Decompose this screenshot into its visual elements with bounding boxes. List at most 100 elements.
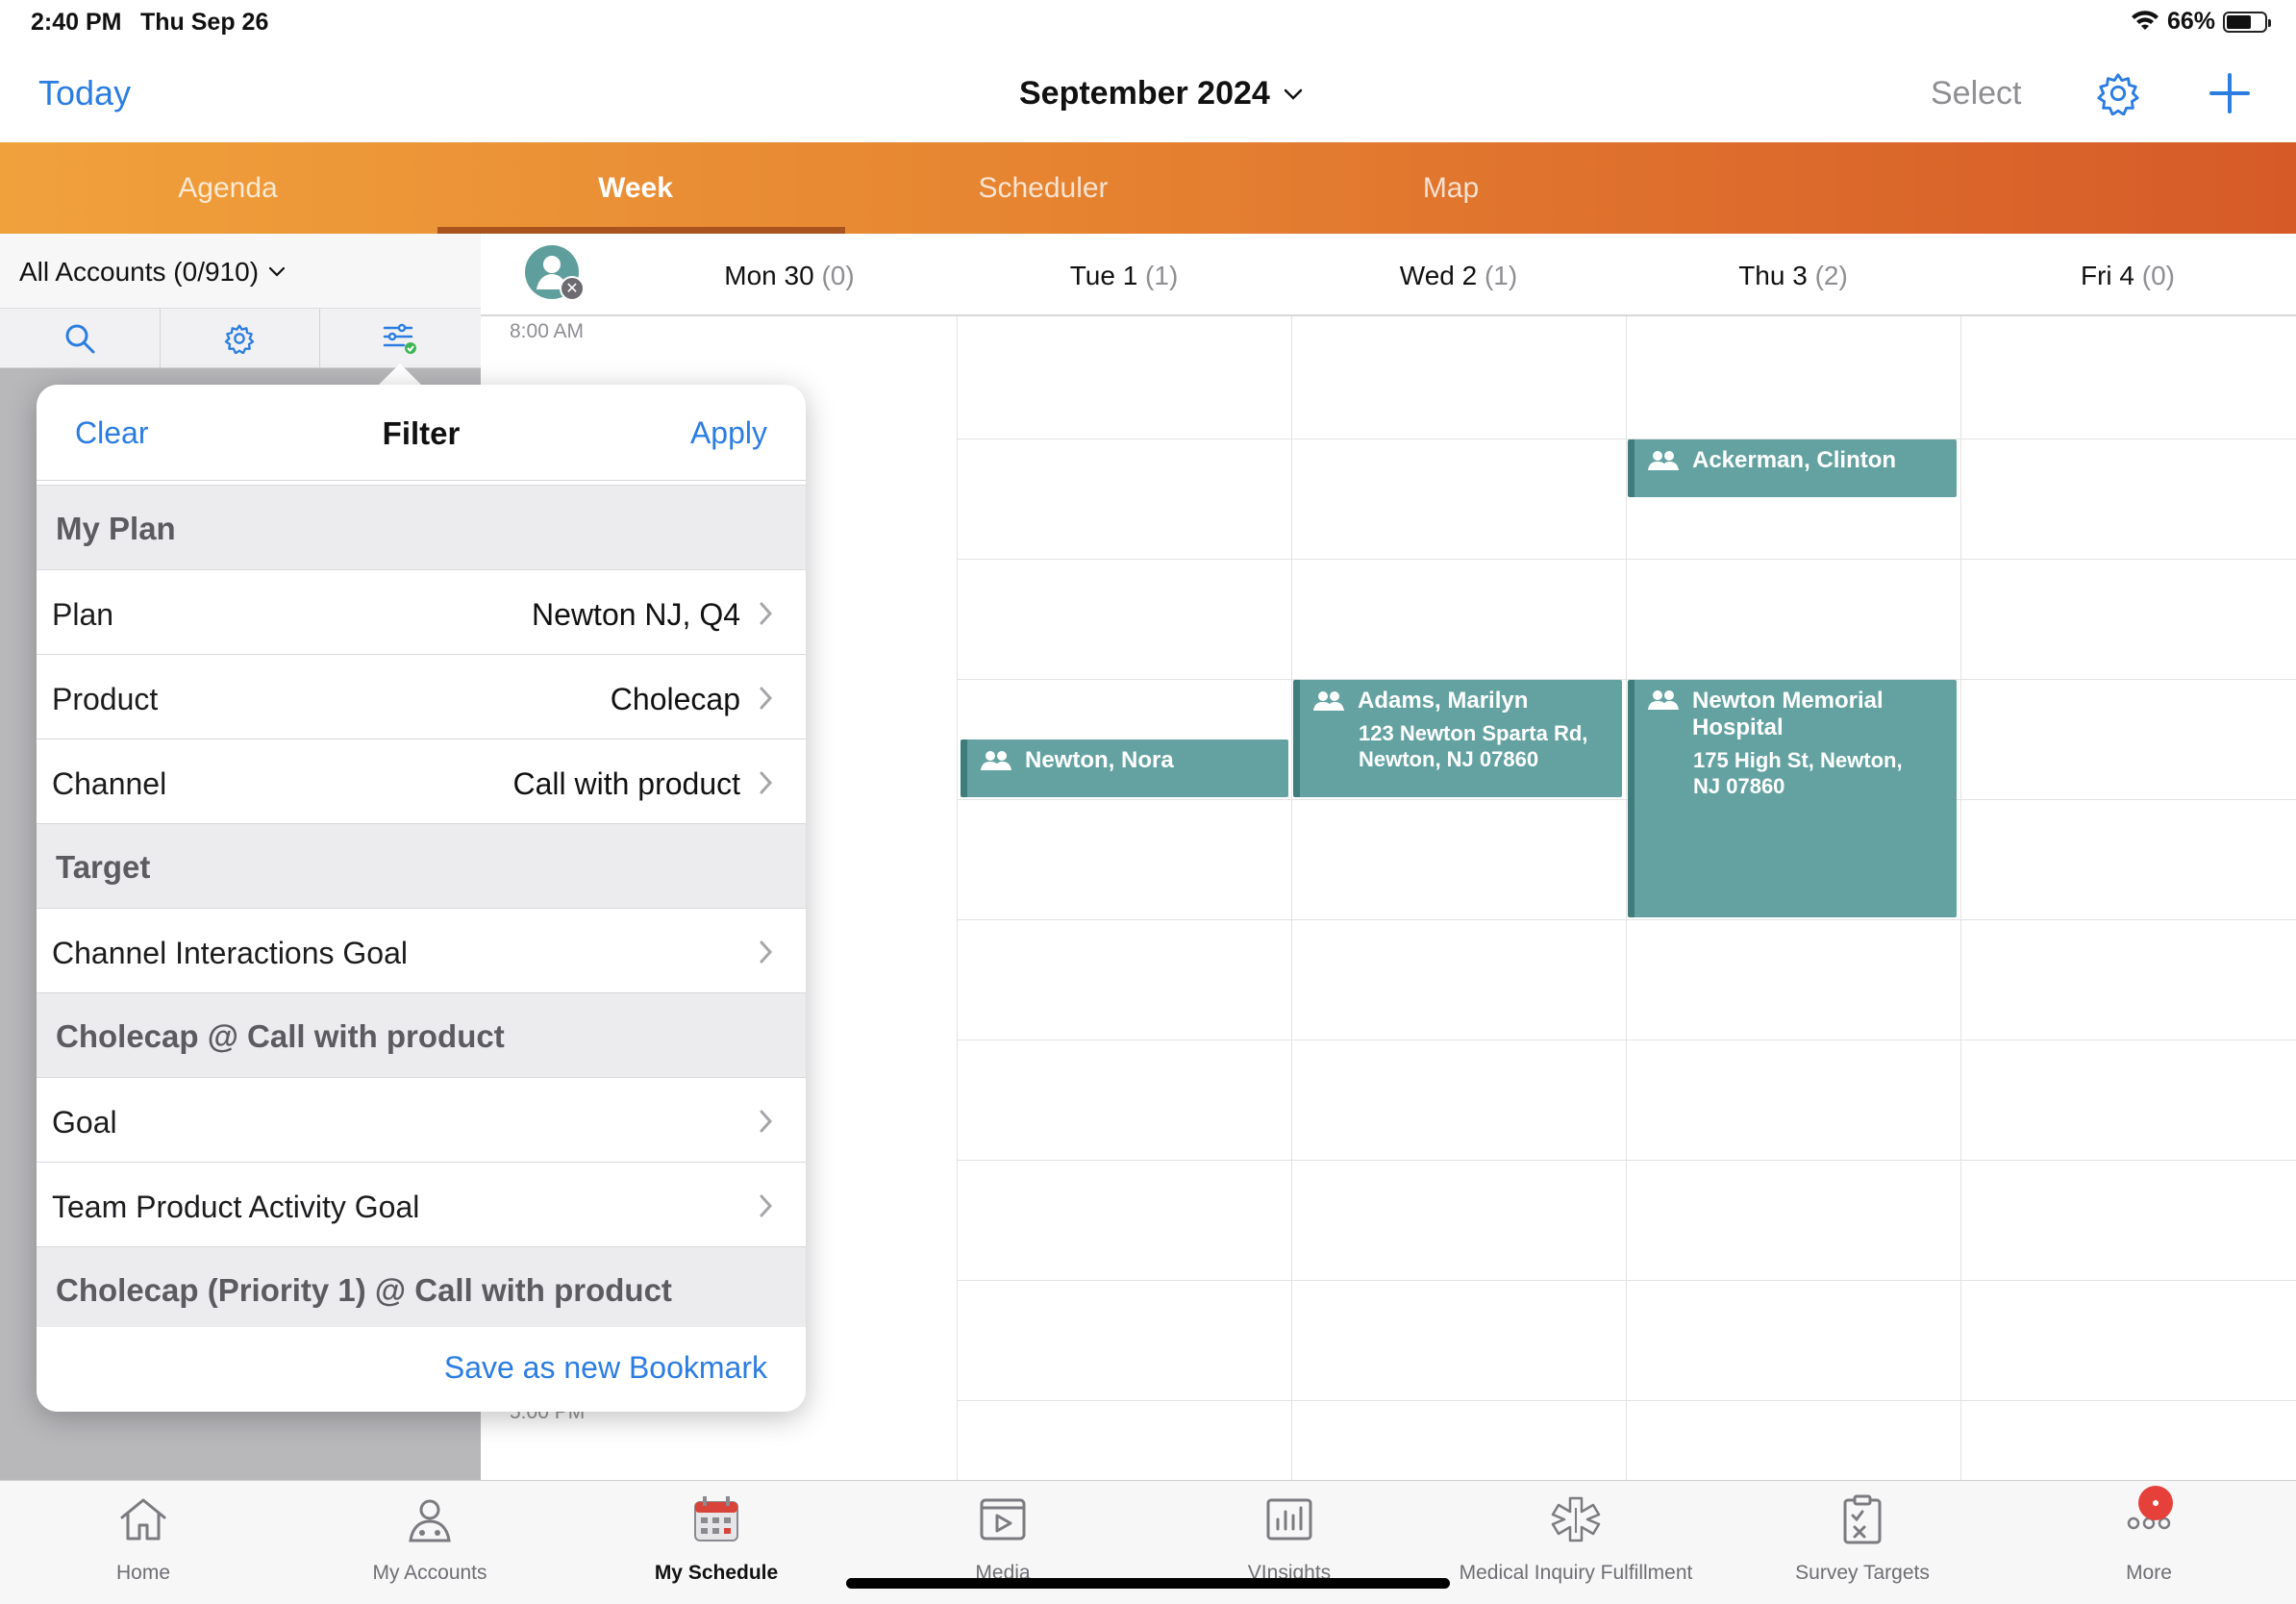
bottom-tab-home[interactable]: Home [0, 1481, 287, 1604]
accounts-dropdown[interactable]: All Accounts (0/910) [0, 234, 481, 309]
event-title: Adams, Marilyn [1313, 688, 1622, 714]
chevron-right-icon [760, 602, 773, 625]
filter-row-team-product-activity-goal[interactable]: Team Product Activity Goal [37, 1162, 806, 1246]
day-header-wed[interactable]: Wed 2 (1) [1291, 261, 1626, 291]
tab-map[interactable]: Map [1247, 142, 1655, 234]
grid-line [957, 1400, 2296, 1401]
month-picker[interactable]: September 2024 [1019, 75, 1303, 113]
chevron-right-icon [760, 1194, 773, 1217]
settings-gear-icon[interactable] [2096, 71, 2140, 115]
people-icon [1313, 691, 1344, 711]
bottom-tab-my-schedule[interactable]: My Schedule [573, 1481, 860, 1604]
filter-row-channel-interactions-goal[interactable]: Channel Interactions Goal [37, 908, 806, 992]
notification-badge [2138, 1486, 2173, 1520]
search-button[interactable] [0, 309, 161, 368]
row-label: Channel [52, 766, 167, 801]
grid-line [957, 559, 2296, 560]
event-title-text: Adams, Marilyn [1358, 688, 1529, 714]
grid-line [957, 679, 2296, 680]
nav-bar: Today September 2024 Select [0, 44, 2296, 142]
bottom-tab-medical-inquiry[interactable]: Medical Inquiry Fulfillment [1433, 1481, 1719, 1604]
tab-week[interactable]: Week [432, 142, 839, 234]
event-address: 175 High St, Newton, NJ 07860 [1693, 748, 1903, 798]
calendar-icon [694, 1496, 738, 1541]
row-label: Plan [52, 597, 114, 632]
chevron-down-icon [268, 266, 286, 277]
day-label: Tue 1 [1069, 261, 1138, 290]
save-bookmark-button[interactable]: Save as new Bookmark [444, 1350, 767, 1386]
person-icon [409, 1499, 451, 1542]
row-label: Team Product Activity Goal [52, 1190, 420, 1224]
day-label: Fri 4 [2080, 261, 2134, 290]
select-button[interactable]: Select [1931, 75, 2022, 113]
section-cholecap-priority: Cholecap (Priority 1) @ Call with produc… [37, 1246, 806, 1331]
battery-icon [2223, 11, 2271, 33]
day-count: (1) [1484, 261, 1518, 290]
filter-row-channel[interactable]: Channel Call with product [37, 739, 806, 823]
tab-label: More [2126, 1562, 2172, 1584]
grid-line [957, 799, 2296, 800]
event-title: Newton Memorial Hospital [1648, 688, 1957, 741]
month-title: September 2024 [1019, 75, 1270, 112]
add-plus-icon[interactable] [2208, 71, 2252, 115]
tab-label: Home [115, 1562, 171, 1584]
media-icon [980, 1498, 1026, 1541]
calendar-event[interactable]: Newton Memorial Hospital 175 High St, Ne… [1628, 680, 1957, 917]
row-value: Cholecap [610, 682, 740, 716]
wifi-icon [2131, 10, 2159, 30]
filter-row-plan[interactable]: Plan Newton NJ, Q4 [37, 569, 806, 654]
accounts-label-text: All Accounts (0/910) [19, 257, 260, 287]
event-title-text: Newton, Nora [1025, 747, 1174, 773]
filter-button[interactable] [320, 309, 481, 368]
medical-icon [1551, 1496, 1601, 1542]
grid-line [957, 316, 958, 1480]
tab-label: My Accounts [372, 1562, 487, 1584]
clipboard-icon [1843, 1494, 1882, 1544]
account-settings-button[interactable] [161, 309, 321, 368]
chevron-right-icon [760, 771, 773, 794]
grid-line [957, 919, 2296, 920]
chevron-right-icon [760, 940, 773, 964]
status-time: 2:40 PM [31, 9, 122, 36]
day-header-mon[interactable]: Mon 30 (0) [622, 261, 957, 291]
popover-arrow [377, 363, 423, 387]
status-date: Thu Sep 26 [140, 9, 269, 36]
status-bar: 2:40 PM Thu Sep 26 66% [0, 0, 2296, 44]
chevron-down-icon [1284, 88, 1303, 100]
home-indicator[interactable] [846, 1578, 1450, 1589]
chart-icon [1266, 1498, 1312, 1541]
clear-button[interactable]: Clear [75, 415, 148, 451]
grid-line [957, 1280, 2296, 1281]
people-icon [1648, 690, 1679, 710]
bottom-tab-my-accounts[interactable]: My Accounts [287, 1481, 573, 1604]
filter-footer: Save as new Bookmark [37, 1327, 806, 1412]
day-header-tue[interactable]: Tue 1 (1) [957, 261, 1291, 291]
row-value: Newton NJ, Q4 [532, 597, 740, 632]
close-icon[interactable]: ✕ [560, 276, 585, 301]
calendar-event[interactable]: Newton, Nora [961, 739, 1288, 797]
today-button[interactable]: Today [38, 73, 131, 113]
day-header-fri[interactable]: Fri 4 (0) [1960, 261, 2295, 291]
filter-row-goal[interactable]: Goal [37, 1077, 806, 1162]
grid-line [1291, 316, 1292, 1480]
filter-sliders-icon [384, 323, 417, 354]
bottom-tab-survey-targets[interactable]: Survey Targets [1719, 1481, 2006, 1604]
day-count: (1) [1145, 261, 1179, 290]
day-header-thu[interactable]: Thu 3 (2) [1626, 261, 1960, 291]
gear-icon [225, 324, 255, 354]
section-cholecap-call: Cholecap @ Call with product [37, 992, 806, 1077]
tab-agenda[interactable]: Agenda [24, 142, 432, 234]
tab-scheduler[interactable]: Scheduler [839, 142, 1247, 234]
filter-row-product[interactable]: Product Cholecap [37, 654, 806, 739]
home-icon [120, 1498, 166, 1541]
calendar-event[interactable]: Ackerman, Clinton [1628, 439, 1957, 497]
tab-label: Survey Targets [1795, 1562, 1930, 1584]
chevron-right-icon [760, 1110, 773, 1133]
calendar-event[interactable]: Adams, Marilyn 123 Newton Sparta Rd, New… [1293, 680, 1622, 797]
section-label: Target [56, 849, 151, 885]
day-label: Wed 2 [1399, 261, 1478, 290]
search-icon [65, 324, 95, 354]
section-label: Cholecap (Priority 1) @ Call with produc… [56, 1272, 672, 1308]
calendar-header: ✕ Mon 30 (0) Tue 1 (1) Wed 2 (1) Thu 3 (… [481, 234, 2296, 316]
apply-button[interactable]: Apply [690, 415, 767, 451]
